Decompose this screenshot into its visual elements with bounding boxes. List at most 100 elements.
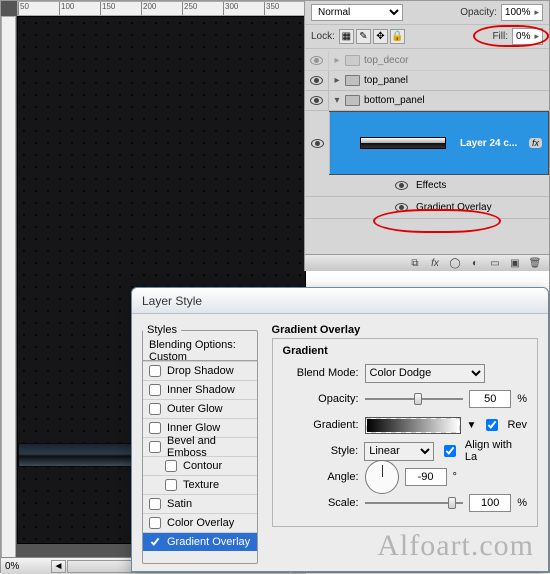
opacity-slider[interactable]	[365, 392, 464, 406]
effect-gradient-overlay-row[interactable]: Gradient Overlay	[305, 197, 549, 219]
lock-all-icon[interactable]: 🔒	[390, 29, 405, 44]
canvas-glossy-bar	[18, 443, 140, 467]
lock-label: Lock:	[311, 31, 335, 42]
align-checkbox[interactable]	[444, 445, 456, 457]
layer-row-top-decor[interactable]: ▸ top_decor	[305, 51, 549, 71]
layer-list: ▸ top_decor ▸ top_panel ▾ bottom_panel L…	[305, 51, 549, 254]
angle-label: Angle:	[283, 471, 359, 483]
style-satin[interactable]: Satin	[143, 494, 257, 513]
opacity-label: Opacity:	[460, 7, 497, 18]
reverse-checkbox[interactable]	[486, 419, 498, 431]
lock-transparent-icon[interactable]: ▦	[339, 29, 354, 44]
adjustment-icon[interactable]: ◐	[467, 257, 483, 270]
scale-value[interactable]	[469, 494, 511, 512]
sub-title: Gradient	[283, 345, 527, 357]
ruler-mark: 200	[141, 2, 182, 15]
zoom-readout[interactable]: 0%	[1, 561, 51, 572]
gradient-swatch[interactable]	[365, 417, 461, 434]
layer-fill-field[interactable]: 0%▸	[512, 28, 543, 45]
blend-mode-select[interactable]: Color Dodge	[365, 364, 485, 383]
gradient-style-select[interactable]: Linear	[364, 442, 434, 461]
layer-name: bottom_panel	[364, 95, 425, 106]
checkbox[interactable]	[149, 498, 161, 510]
gradient-overlay-options: Gradient Overlay Gradient Blend Mode: Co…	[272, 324, 538, 564]
visibility-icon[interactable]	[310, 76, 323, 85]
blend-mode-label: Blend Mode:	[283, 367, 359, 379]
reverse-label: Rev	[507, 419, 527, 431]
selected-layer-name: Layer 24 c...	[460, 138, 517, 149]
style-field-label: Style:	[283, 445, 359, 457]
perc: %	[517, 497, 527, 509]
opacity-label: Opacity:	[283, 393, 359, 405]
checkbox[interactable]	[149, 384, 161, 396]
layer-blend-mode-select[interactable]: Normal	[311, 4, 403, 21]
ruler-mark: 350	[264, 2, 305, 15]
effects-label: Effects	[416, 180, 446, 191]
fx-button-icon[interactable]: fx	[427, 257, 443, 270]
styles-legend: Styles	[143, 324, 181, 336]
new-layer-icon[interactable]: ▣	[507, 257, 523, 270]
folder-icon	[345, 95, 360, 106]
lock-buttons: ▦ ✎ ✥ 🔒	[339, 29, 405, 44]
ruler-vertical	[1, 16, 16, 561]
angle-value[interactable]	[405, 468, 447, 486]
folder-icon	[345, 55, 360, 66]
visibility-icon[interactable]	[311, 139, 324, 148]
mask-icon[interactable]: ◯	[447, 257, 463, 270]
style-gradient-overlay[interactable]: Gradient Overlay	[143, 532, 257, 551]
fill-label: Fill:	[492, 31, 508, 42]
selected-layer[interactable]: Layer 24 c... fx	[329, 111, 549, 175]
link-layers-icon[interactable]: ⧉	[407, 257, 423, 270]
effect-name: Gradient Overlay	[416, 202, 492, 213]
style-bevel-emboss[interactable]: Bevel and Emboss	[143, 437, 257, 456]
checkbox[interactable]	[149, 365, 161, 377]
layer-name: top_decor	[364, 55, 408, 66]
style-color-overlay[interactable]: Color Overlay	[143, 513, 257, 532]
section-title: Gradient Overlay	[272, 324, 538, 336]
opacity-value[interactable]	[469, 390, 511, 408]
scroll-left-button[interactable]: ◄	[51, 560, 66, 573]
checkbox[interactable]	[149, 422, 161, 434]
styles-list: Styles Blending Options: Custom Drop Sha…	[142, 324, 258, 564]
visibility-icon[interactable]	[395, 181, 408, 190]
scale-slider[interactable]	[365, 496, 464, 510]
checkbox[interactable]	[165, 479, 177, 491]
fx-badge[interactable]: fx	[529, 138, 542, 148]
angle-dial[interactable]	[365, 460, 399, 494]
layer-opacity-field[interactable]: 100%▸	[501, 4, 543, 21]
delete-layer-icon[interactable]: 🗑	[527, 257, 543, 270]
disclosure-icon[interactable]: ▸	[329, 55, 345, 66]
scale-label: Scale:	[283, 497, 359, 509]
ruler-mark: 100	[59, 2, 100, 15]
lock-image-icon[interactable]: ✎	[356, 29, 371, 44]
ruler-mark: 50	[18, 2, 59, 15]
visibility-icon[interactable]	[395, 203, 408, 212]
ruler-horizontal: 50 100 150 200 250 300 350	[17, 1, 306, 16]
visibility-icon[interactable]	[310, 56, 323, 65]
effects-row[interactable]: Effects	[305, 175, 549, 197]
layer-style-dialog: Layer Style Styles Blending Options: Cus…	[131, 287, 549, 572]
ruler-mark: 150	[100, 2, 141, 15]
layer-row-top-panel[interactable]: ▸ top_panel	[305, 71, 549, 91]
style-texture[interactable]: Texture	[143, 475, 257, 494]
degree-symbol: °	[453, 471, 457, 483]
new-group-icon[interactable]: ▭	[487, 257, 503, 270]
checkbox[interactable]	[149, 536, 161, 548]
checkbox[interactable]	[165, 460, 177, 472]
checkbox[interactable]	[149, 517, 161, 529]
checkbox[interactable]	[149, 441, 161, 453]
visibility-icon[interactable]	[310, 96, 323, 105]
align-label: Align with La	[465, 439, 527, 463]
dialog-title[interactable]: Layer Style	[132, 288, 548, 314]
style-inner-shadow[interactable]: Inner Shadow	[143, 380, 257, 399]
style-blending-options[interactable]: Blending Options: Custom	[143, 342, 257, 361]
layers-footer: ⧉ fx ◯ ◐ ▭ ▣ 🗑	[305, 254, 549, 271]
lock-position-icon[interactable]: ✥	[373, 29, 388, 44]
disclosure-icon[interactable]: ▸	[329, 75, 345, 86]
style-drop-shadow[interactable]: Drop Shadow	[143, 361, 257, 380]
layer-row-bottom-panel[interactable]: ▾ bottom_panel	[305, 91, 549, 111]
perc: %	[517, 393, 527, 405]
disclosure-open-icon[interactable]: ▾	[329, 95, 345, 106]
checkbox[interactable]	[149, 403, 161, 415]
style-outer-glow[interactable]: Outer Glow	[143, 399, 257, 418]
